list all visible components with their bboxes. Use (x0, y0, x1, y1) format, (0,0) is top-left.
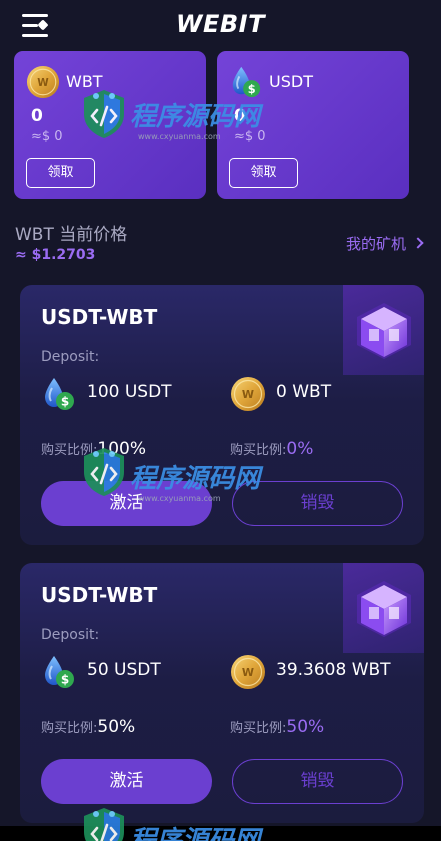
wbt-coin-icon (26, 65, 60, 99)
usdt-deposit-amount: 100 USDT (87, 382, 172, 402)
wbt-deposit-amount: 39.3608 WBT (276, 660, 391, 680)
claim-usdt-button[interactable]: 领取 (229, 158, 298, 188)
ratio-value: 50% (97, 717, 136, 737)
usdt-deposit-amount: 50 USDT (87, 660, 161, 680)
ratio-value: 50% (286, 717, 325, 737)
chevron-right-icon (412, 237, 424, 249)
top-bar: WEBIT (0, 0, 441, 50)
pool-card: USDT-WBT Deposit: 50 USDT 39.3608 WBT 购买… (20, 563, 424, 823)
purchase-ratio-right: 购买比例:50% (230, 717, 325, 737)
price-value: ≈ $1.2703 (15, 247, 96, 263)
cube-icon (349, 575, 419, 645)
brand-title: WEBIT (176, 10, 265, 38)
activate-button[interactable]: 激活 (41, 481, 212, 526)
my-miner-label: 我的矿机 (345, 235, 406, 253)
token-symbol: WBT (66, 72, 103, 91)
cube-icon-panel (343, 563, 424, 653)
purchase-ratio-left: 购买比例:50% (41, 717, 136, 737)
deposit-label: Deposit: (41, 349, 100, 365)
cube-icon (349, 297, 419, 367)
usdt-balance-card: USDT 0 ≈$ 0 领取 (217, 51, 409, 199)
wbt-balance-card: WBT 0 ≈$ 0 领取 (14, 51, 206, 199)
token-fiat-value: ≈$ 0 (31, 129, 63, 144)
pool-title: USDT-WBT (41, 583, 158, 607)
token-amount: 0 (31, 106, 43, 126)
ratio-value: 100% (97, 439, 146, 459)
usdt-drop-icon (41, 654, 77, 690)
ratio-value: 0% (286, 439, 314, 459)
token-symbol: USDT (269, 72, 313, 91)
purchase-ratio-left: 购买比例:100% (41, 439, 146, 459)
token-fiat-value: ≈$ 0 (234, 129, 266, 144)
wbt-coin-icon (230, 376, 266, 412)
my-miner-link[interactable]: 我的矿机 (345, 233, 424, 254)
destroy-button[interactable]: 销毁 (232, 481, 403, 526)
pool-title: USDT-WBT (41, 305, 158, 329)
price-label: WBT 当前价格 (15, 225, 128, 245)
pool-card: USDT-WBT Deposit: 100 USDT 0 WBT 购买比例:10… (20, 285, 424, 545)
destroy-button[interactable]: 销毁 (232, 759, 403, 804)
claim-wbt-button[interactable]: 领取 (26, 158, 95, 188)
wbt-coin-icon (230, 654, 266, 690)
wbt-deposit-amount: 0 WBT (276, 382, 332, 402)
cube-icon-panel (343, 285, 424, 375)
deposit-label: Deposit: (41, 627, 100, 643)
purchase-ratio-right: 购买比例:0% (230, 439, 314, 459)
bottom-bar (0, 826, 441, 841)
usdt-drop-icon (41, 376, 77, 412)
activate-button[interactable]: 激活 (41, 759, 212, 804)
usdt-drop-icon (229, 65, 263, 99)
token-amount: 0 (234, 106, 246, 126)
